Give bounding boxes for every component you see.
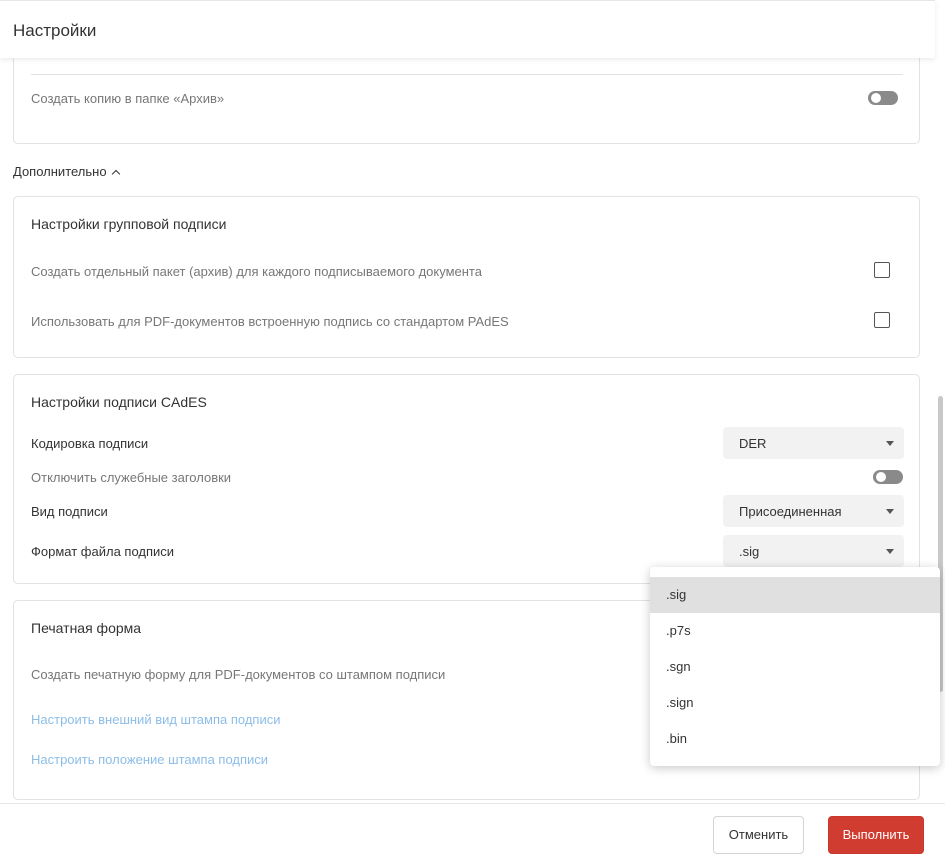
separate-package-label: Создать отдельный пакет (архив) для кажд… (31, 264, 482, 279)
dialog-header: Настройки (0, 0, 935, 58)
run-button[interactable]: Выполнить (828, 816, 924, 854)
print-form-create-label: Создать печатную форму для PDF-документо… (31, 667, 446, 682)
stamp-position-link[interactable]: Настроить положение штампа подписи (31, 752, 268, 767)
archive-card: Создать копию в папке «Архив» (13, 58, 920, 144)
cancel-button[interactable]: Отменить (713, 816, 804, 854)
dropdown-option-p7s[interactable]: .p7s (650, 613, 940, 649)
file-format-select[interactable]: .sig (723, 535, 904, 567)
dialog-footer: Отменить Выполнить (0, 803, 945, 856)
advanced-label: Дополнительно (13, 164, 107, 179)
group-sign-title: Настройки групповой подписи (31, 216, 227, 232)
page-title: Настройки (13, 21, 97, 40)
caret-down-icon (886, 509, 894, 514)
advanced-section-toggle[interactable]: Дополнительно (13, 164, 120, 179)
stamp-appearance-link[interactable]: Настроить внешний вид штампа подписи (31, 712, 280, 727)
group-sign-card: Настройки групповой подписи Создать отде… (13, 196, 920, 358)
dropdown-option-sgn[interactable]: .sgn (650, 649, 940, 685)
encoding-label: Кодировка подписи (31, 436, 149, 451)
chevron-up-icon (111, 169, 120, 179)
dropdown-option-bin[interactable]: .bin (650, 721, 940, 757)
cades-card: Настройки подписи CAdES Кодировка подпис… (13, 374, 920, 584)
pades-label: Использовать для PDF-документов встроенн… (31, 314, 509, 329)
divider (31, 74, 903, 75)
dropdown-option-sig[interactable]: .sig (650, 577, 940, 613)
print-form-title: Печатная форма (31, 620, 142, 636)
pades-checkbox[interactable] (874, 312, 890, 328)
sign-type-label: Вид подписи (31, 504, 108, 519)
toggle-knob (871, 93, 881, 103)
toggle-knob (876, 472, 886, 482)
sign-type-value: Присоединенная (739, 504, 842, 519)
sign-type-select[interactable]: Присоединенная (723, 495, 904, 527)
encoding-select[interactable]: DER (723, 427, 904, 459)
file-format-value: .sig (739, 544, 760, 559)
caret-down-icon (886, 549, 894, 554)
dropdown-option-sign[interactable]: .sign (650, 685, 940, 721)
copy-to-archive-label: Создать копию в папке «Архив» (31, 91, 225, 106)
disable-headers-label: Отключить служебные заголовки (31, 470, 232, 485)
copy-to-archive-toggle[interactable] (868, 91, 898, 105)
disable-headers-toggle[interactable] (873, 470, 903, 484)
file-format-label: Формат файла подписи (31, 544, 175, 559)
file-format-dropdown: .sig .p7s .sgn .sign .bin (650, 567, 940, 766)
separate-package-checkbox[interactable] (874, 262, 890, 278)
cades-title: Настройки подписи CAdES (31, 394, 207, 410)
encoding-value: DER (739, 436, 767, 451)
caret-down-icon (886, 441, 894, 446)
